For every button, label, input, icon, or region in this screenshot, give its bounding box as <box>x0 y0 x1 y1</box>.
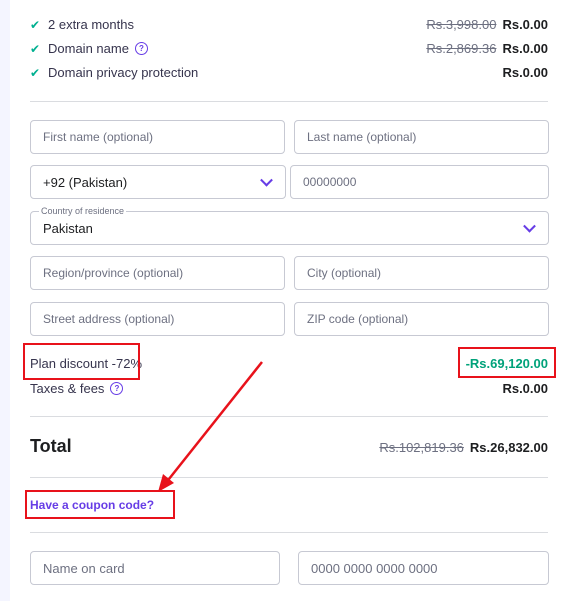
annotation-arrow <box>158 361 263 492</box>
